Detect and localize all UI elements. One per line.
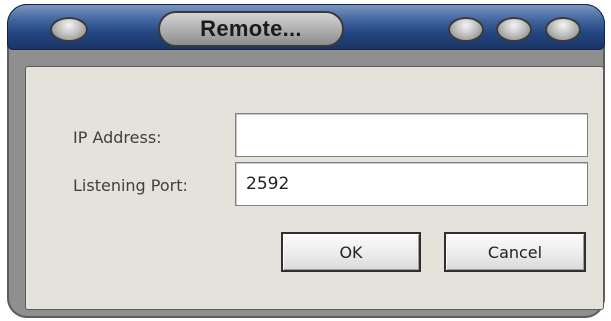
listening-port-input[interactable] [235,162,588,206]
maximize-icon[interactable] [496,17,532,42]
system-menu-icon[interactable] [50,17,88,42]
cancel-button[interactable]: Cancel [444,232,586,272]
ip-address-input[interactable] [235,113,588,157]
remote-dialog-window: Remote... IP Address: Listening Port: OK… [7,4,605,318]
ip-address-label: IP Address: [73,128,162,147]
window-title: Remote... [158,11,344,47]
dialog-body: IP Address: Listening Port: OK Cancel [25,66,604,310]
window-title-text: Remote... [200,16,302,41]
listening-port-label: Listening Port: [73,176,188,195]
title-bar[interactable]: Remote... [7,4,605,50]
ok-button[interactable]: OK [281,232,421,272]
minimize-icon[interactable] [448,17,484,42]
close-icon[interactable] [545,17,581,42]
